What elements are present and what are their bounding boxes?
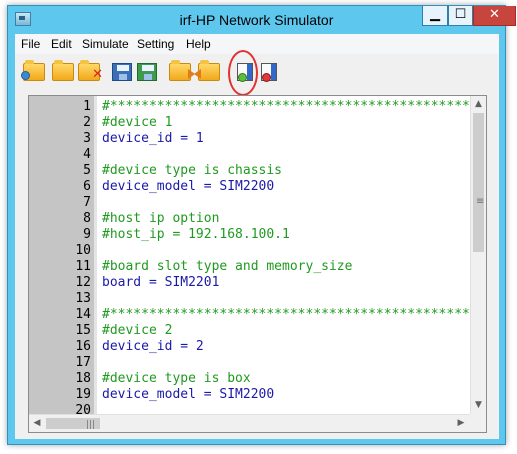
line-text: board = SIM2201: [102, 275, 220, 290]
code-line[interactable]: 4: [29, 147, 474, 163]
gear-icon: [21, 71, 30, 80]
line-text: #device 2: [102, 323, 173, 338]
code-line[interactable]: 8 #host ip option: [29, 211, 474, 227]
line-number: 10: [75, 243, 91, 258]
code-line[interactable]: 5 #device type is chassis: [29, 163, 474, 179]
scroll-right-button[interactable]: ▶: [453, 415, 469, 432]
toolbar: ✕: [15, 50, 499, 96]
line-number: 1: [83, 99, 91, 114]
config-editor[interactable]: 1 #**************************************…: [28, 95, 487, 433]
line-text: #host ip option: [102, 211, 220, 226]
line-number: 19: [75, 387, 91, 402]
code-line[interactable]: 7: [29, 195, 474, 211]
line-number: 3: [83, 131, 91, 146]
minimize-button[interactable]: ▁: [422, 6, 448, 26]
code-line[interactable]: 13: [29, 291, 474, 307]
line-text: #***************************************…: [102, 307, 487, 322]
horizontal-scroll-thumb[interactable]: |||: [46, 418, 100, 430]
open-folder-icon[interactable]: [52, 60, 74, 81]
code-line[interactable]: 10: [29, 243, 474, 259]
menu-help[interactable]: Help: [186, 37, 211, 51]
code-line[interactable]: 2 #device 1: [29, 115, 474, 131]
close-file-icon[interactable]: ✕: [78, 60, 103, 82]
arrow-left-icon: [194, 69, 201, 79]
menu-simulate[interactable]: Simulate: [82, 37, 129, 51]
close-button[interactable]: ✕: [473, 6, 516, 26]
line-text: #device 1: [102, 115, 173, 130]
code-line[interactable]: 19 device_model = SIM2200: [29, 387, 474, 403]
menu-setting[interactable]: Setting: [137, 37, 174, 51]
code-line[interactable]: 12 board = SIM2201: [29, 275, 474, 291]
scroll-left-button[interactable]: ◀: [29, 415, 45, 432]
line-number: 13: [75, 291, 91, 306]
line-number: 2: [83, 115, 91, 130]
stop-simulation-icon[interactable]: [261, 63, 277, 82]
code-line[interactable]: 15 #device 2: [29, 323, 474, 339]
grip-icon: ≡: [476, 196, 485, 207]
line-text: #device type is chassis: [102, 163, 283, 178]
horizontal-scrollbar[interactable]: ◀ ||| ▶: [29, 414, 470, 432]
line-number: 9: [83, 227, 91, 242]
line-text: device_model = SIM2200: [102, 387, 275, 402]
code-line[interactable]: 16 device_id = 2: [29, 339, 474, 355]
code-line[interactable]: 14 #*************************************…: [29, 307, 486, 323]
line-text: #host_ip = 192.168.100.1: [102, 227, 290, 242]
highlight-circle: [228, 50, 258, 96]
line-number: 8: [83, 211, 91, 226]
line-text: device_id = 2: [102, 339, 204, 354]
vertical-scrollbar[interactable]: ▲ ≡ ▼: [470, 96, 486, 414]
code-line[interactable]: 1 #**************************************…: [29, 99, 486, 115]
line-text: #device type is box: [102, 371, 251, 386]
vertical-scroll-thumb[interactable]: ≡: [473, 113, 484, 252]
save-icon[interactable]: [112, 63, 132, 81]
client-area: File Edit Simulate Setting Help ✕ 1 #****…: [15, 34, 499, 439]
line-number: 11: [75, 259, 91, 274]
delete-icon: ✕: [92, 67, 103, 82]
app-window: irf-HP Network Simulator ▁ ☐ ✕ File Edit…: [7, 5, 516, 445]
line-number: 7: [83, 195, 91, 210]
scroll-up-button[interactable]: ▲: [471, 96, 486, 112]
line-text: #board slot type and memory_size: [102, 259, 353, 274]
scroll-down-button[interactable]: ▼: [471, 397, 486, 413]
line-number: 12: [75, 275, 91, 290]
line-number: 17: [75, 355, 91, 370]
new-config-icon[interactable]: [21, 60, 45, 81]
menu-file[interactable]: File: [21, 37, 40, 51]
export-icon[interactable]: [169, 60, 195, 81]
line-number: 4: [83, 147, 91, 162]
line-text: #***************************************…: [102, 99, 487, 114]
menu-bar: File Edit Simulate Setting Help: [15, 34, 499, 54]
line-number: 5: [83, 163, 91, 178]
line-number: 18: [75, 371, 91, 386]
code-line[interactable]: 11 #board slot type and memory_size: [29, 259, 474, 275]
code-line[interactable]: 18 #device type is box: [29, 371, 474, 387]
code-line[interactable]: 6 device_model = SIM2200: [29, 179, 474, 195]
line-text: device_model = SIM2200: [102, 179, 275, 194]
title-bar[interactable]: irf-HP Network Simulator ▁ ☐ ✕: [8, 6, 516, 34]
line-number: 6: [83, 179, 91, 194]
red-ball-icon: [262, 73, 271, 82]
scrollbar-corner: [470, 414, 486, 432]
line-number: 15: [75, 323, 91, 338]
grip-icon: |||: [86, 420, 96, 430]
line-text: device_id = 1: [102, 131, 204, 146]
code-line[interactable]: 9 #host_ip = 192.168.100.1: [29, 227, 474, 243]
code-line[interactable]: 17: [29, 355, 474, 371]
menu-edit[interactable]: Edit: [51, 37, 72, 51]
line-number: 14: [75, 307, 91, 322]
code-line[interactable]: 3 device_id = 1: [29, 131, 474, 147]
save-as-icon[interactable]: [137, 63, 157, 81]
line-number: 16: [75, 339, 91, 354]
import-icon[interactable]: [194, 60, 220, 81]
maximize-button[interactable]: ☐: [448, 6, 473, 26]
